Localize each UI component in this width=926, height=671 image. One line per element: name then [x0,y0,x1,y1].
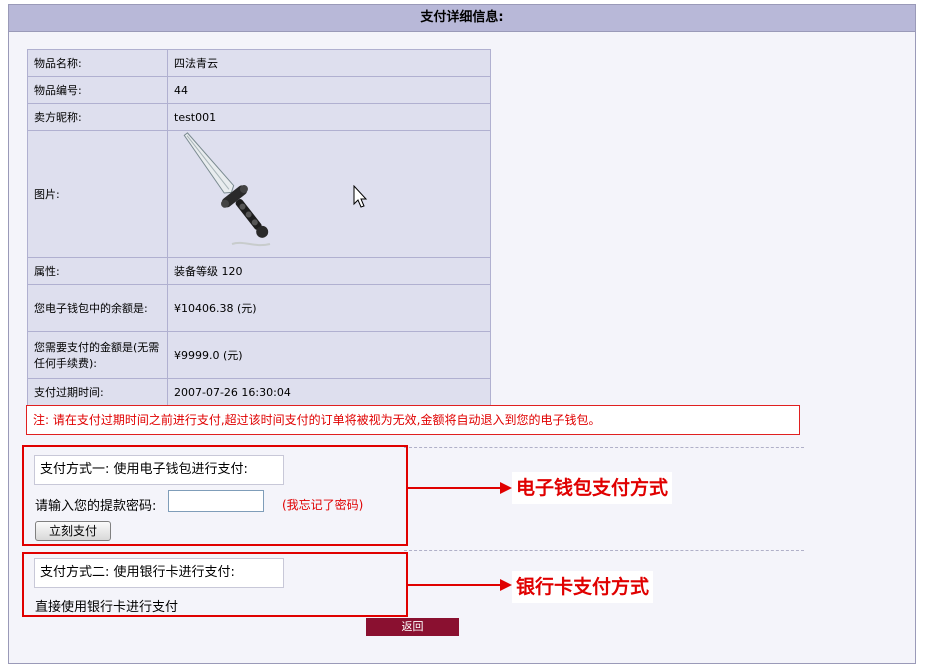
method2-callout-label: 银行卡支付方式 [512,571,654,603]
method1-callout-label: 电子钱包支付方式 [512,472,673,504]
mouse-cursor-icon [353,185,368,208]
annotation-arrows [408,482,512,591]
back-button[interactable]: 返回 [366,618,459,636]
